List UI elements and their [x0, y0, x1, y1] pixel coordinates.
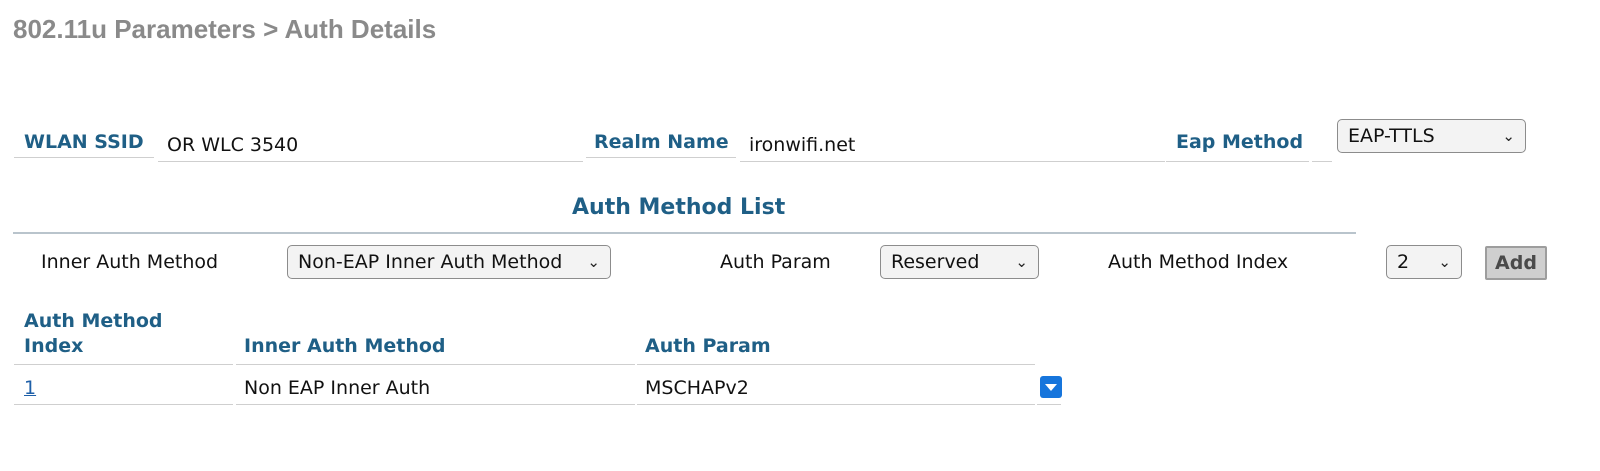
auth-param-selected: Reserved: [891, 251, 980, 273]
page-title: 802.11u Parameters > Auth Details: [13, 14, 437, 44]
header-underline-index: [14, 364, 233, 365]
header-underline-inner: [236, 364, 635, 365]
column-header-auth-param: Auth Param: [645, 335, 771, 357]
eap-method-label-underline: [1166, 161, 1309, 162]
row-underline-inner: [236, 404, 635, 405]
row-auth-param-cell: MSCHAPv2: [645, 377, 749, 399]
auth-method-index-select[interactable]: 2 ⌄: [1386, 245, 1462, 279]
chevron-down-icon: ⌄: [1438, 252, 1451, 271]
chevron-down-icon: ⌄: [587, 252, 600, 271]
row-inner-auth-cell: Non EAP Inner Auth: [244, 377, 431, 399]
header-underline-param: [637, 364, 1035, 365]
column-header-inner-auth: Inner Auth Method: [244, 335, 446, 357]
chevron-down-icon: ⌄: [1502, 126, 1515, 145]
realm-name-value-underline: [740, 161, 1165, 162]
add-button[interactable]: Add: [1485, 246, 1547, 280]
row-underline-param: [637, 404, 1035, 405]
auth-method-index-selected: 2: [1397, 251, 1410, 273]
auth-param-label: Auth Param: [720, 251, 831, 273]
dropdown-arrow-icon[interactable]: [1040, 376, 1062, 398]
inner-auth-method-selected: Non-EAP Inner Auth Method: [298, 251, 563, 273]
wlan-ssid-label: WLAN SSID: [24, 131, 144, 153]
column-header-index: Auth Method Index: [24, 310, 163, 357]
row-index-link[interactable]: 1: [24, 377, 36, 399]
chevron-down-icon: ⌄: [1015, 252, 1028, 271]
eap-method-short-underline: [1312, 161, 1332, 162]
eap-method-label: Eap Method: [1176, 131, 1304, 153]
auth-method-list-title: Auth Method List: [572, 195, 786, 220]
auth-param-select[interactable]: Reserved ⌄: [880, 245, 1039, 279]
wlan-ssid-value: OR WLC 3540: [167, 134, 299, 156]
inner-auth-method-label: Inner Auth Method: [41, 251, 219, 273]
row-underline-index: [14, 404, 233, 405]
auth-method-index-label: Auth Method Index: [1108, 251, 1289, 273]
realm-name-value: ironwifi.net: [749, 134, 856, 156]
eap-method-selected: EAP-TTLS: [1348, 125, 1435, 147]
realm-name-label-underline: [586, 157, 736, 158]
eap-method-select[interactable]: EAP-TTLS ⌄: [1337, 119, 1526, 153]
row-underline-menu: [1037, 404, 1061, 405]
wlan-ssid-value-underline: [158, 161, 583, 162]
inner-auth-method-select[interactable]: Non-EAP Inner Auth Method ⌄: [287, 245, 611, 279]
section-divider: [13, 232, 1356, 234]
wlan-ssid-label-underline: [14, 157, 154, 158]
realm-name-label: Realm Name: [594, 131, 729, 153]
